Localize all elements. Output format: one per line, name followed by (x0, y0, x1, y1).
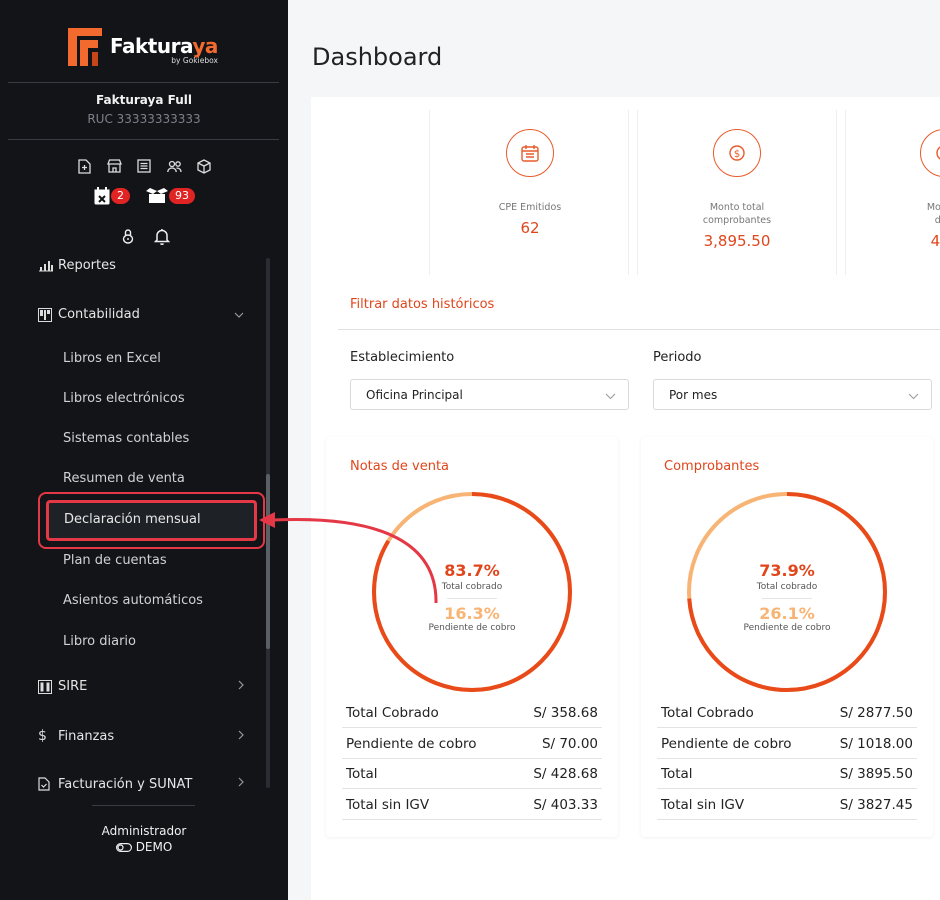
menu-item-label: Reportes (58, 258, 116, 273)
chevron-right-icon (238, 730, 244, 743)
comprobantes-row: Total Cobrado S/ 2877.50 (657, 698, 917, 728)
comprobantes-row: Total sin IGV S/ 3827.45 (657, 790, 917, 820)
calendar-x-icon (94, 187, 110, 205)
notas-row: Pendiente de cobro S/ 70.00 (342, 729, 602, 759)
bar-chart-icon (38, 260, 54, 272)
list-document-icon[interactable] (136, 158, 152, 174)
brand-logo[interactable]: Fakturaya by Gokiebox (68, 26, 218, 66)
box-badge: 93 (169, 188, 195, 204)
quick-icons-row (76, 158, 212, 174)
stat-value: 428 (930, 232, 940, 250)
submenu-resumen-venta[interactable]: Resumen de venta (63, 471, 185, 486)
comprobantes-cobrado-label: Total cobrado (756, 582, 818, 592)
new-document-icon[interactable] (76, 158, 92, 174)
bell-icon[interactable] (154, 228, 170, 245)
stat-label: CPE Emitidos (498, 202, 562, 213)
users-icon[interactable] (166, 158, 182, 174)
menu-item-contabilidad[interactable]: Contabilidad (38, 307, 244, 322)
stat-value: 3,895.50 (703, 232, 771, 250)
stat-value: 62 (520, 219, 540, 237)
comprobantes-pct-divider (762, 598, 812, 599)
periodo-select[interactable]: Por mes (653, 379, 932, 410)
sidebar-divider (8, 82, 279, 83)
notas-pendiente-label: Pendiente de cobro (428, 623, 516, 633)
stat-label: Monto total comprobantes (702, 202, 772, 226)
submenu-sistemas-contables[interactable]: Sistemas contables (63, 431, 189, 446)
establecimiento-select[interactable]: Oficina Principal (350, 379, 629, 410)
calendar-icon (506, 129, 554, 177)
svg-text:$: $ (734, 149, 740, 160)
user-name: DEMO (135, 840, 173, 854)
toggle-icon (115, 842, 132, 852)
chevron-down-icon (908, 389, 919, 403)
comprobantes-pct-pendiente: 26.1% (759, 604, 815, 623)
stat-label: Monto tde v (926, 202, 940, 226)
stat-card-ventas (845, 110, 940, 275)
submenu-libros-electronicos[interactable]: Libros electrónicos (63, 391, 185, 406)
comprobantes-row: Total S/ 3895.50 (657, 759, 917, 789)
notas-row: Total sin IGV S/ 403.33 (342, 790, 602, 820)
comprobantes-row: Pendiente de cobro S/ 1018.00 (657, 729, 917, 759)
submenu-libro-diario[interactable]: Libro diario (63, 634, 136, 649)
company-ruc: RUC 33333333333 (87, 112, 201, 126)
notas-pct-divider (447, 598, 497, 599)
user-role: Administrador (101, 824, 187, 838)
dollar-icon: $ (713, 129, 761, 177)
ledger-icon (38, 307, 54, 322)
establecimiento-label: Establecimiento (350, 350, 455, 365)
chevron-down-icon (234, 308, 244, 321)
menu-item-facturacion[interactable]: Facturación y SUNAT (38, 777, 244, 791)
lock-icon[interactable] (120, 228, 136, 244)
notas-pct-pendiente: 16.3% (444, 604, 500, 623)
chevron-down-icon (605, 389, 616, 403)
sidebar: Fakturaya by Gokiebox Fakturaya Full RUC… (0, 0, 288, 900)
submenu-plan-cuentas[interactable]: Plan de cuentas (63, 553, 167, 568)
chevron-right-icon (238, 777, 244, 790)
establecimiento-value: Oficina Principal (366, 387, 463, 402)
chevron-right-icon (238, 680, 244, 693)
calendar-badge: 2 (111, 188, 130, 204)
menu-item-reportes[interactable]: Reportes (38, 258, 244, 273)
comprobantes-pct-cobrado: 73.9% (759, 561, 815, 580)
submenu-asientos-automaticos[interactable]: Asientos automáticos (63, 593, 203, 608)
notas-row: Total Cobrado S/ 358.68 (342, 698, 602, 728)
submenu-libros-excel[interactable]: Libros en Excel (63, 351, 161, 366)
annotation-arrow (259, 512, 438, 604)
menu-item-finanzas[interactable]: $ Finanzas (38, 728, 244, 744)
open-box-icon (146, 188, 168, 203)
sidebar-divider (8, 139, 279, 140)
store-icon[interactable] (106, 158, 122, 174)
comprobantes-pendiente-label: Pendiente de cobro (743, 623, 831, 633)
filter-divider (338, 329, 940, 330)
sire-book-icon (38, 679, 54, 694)
page-title: Dashboard (312, 43, 443, 71)
periodo-label: Periodo (653, 350, 702, 365)
company-name: Fakturaya Full (96, 93, 192, 107)
menu-item-label: Facturación y SUNAT (58, 777, 193, 791)
menu-item-label: Finanzas (58, 728, 115, 744)
badge-icons-row: 2 93 (94, 187, 195, 205)
calendar-alerts[interactable]: 2 (94, 187, 130, 205)
comprobantes-donut-chart (687, 492, 887, 692)
menu-item-label: Contabilidad (58, 307, 140, 322)
brand-name: Fakturaya (110, 34, 218, 58)
utility-icons-row (120, 228, 170, 245)
filter-title: Filtrar datos históricos (350, 297, 495, 312)
comprobantes-title: Comprobantes (664, 459, 760, 474)
sidebar-divider (92, 805, 195, 806)
dollar-sign-icon: $ (38, 728, 47, 744)
box-alerts[interactable]: 93 (146, 187, 195, 205)
invoice-check-icon (38, 777, 54, 791)
menu-item-label: SIRE (58, 679, 88, 694)
periodo-value: Por mes (669, 387, 718, 402)
package-icon[interactable] (196, 158, 212, 174)
fakturaya-logo-icon (68, 26, 102, 66)
notas-row: Total S/ 428.68 (342, 759, 602, 789)
notas-venta-title: Notas de venta (350, 459, 450, 474)
menu-item-sire[interactable]: SIRE (38, 679, 244, 694)
user-menu[interactable]: DEMO (0, 840, 288, 854)
submenu-declaracion-mensual-label: Declaración mensual (64, 512, 201, 527)
